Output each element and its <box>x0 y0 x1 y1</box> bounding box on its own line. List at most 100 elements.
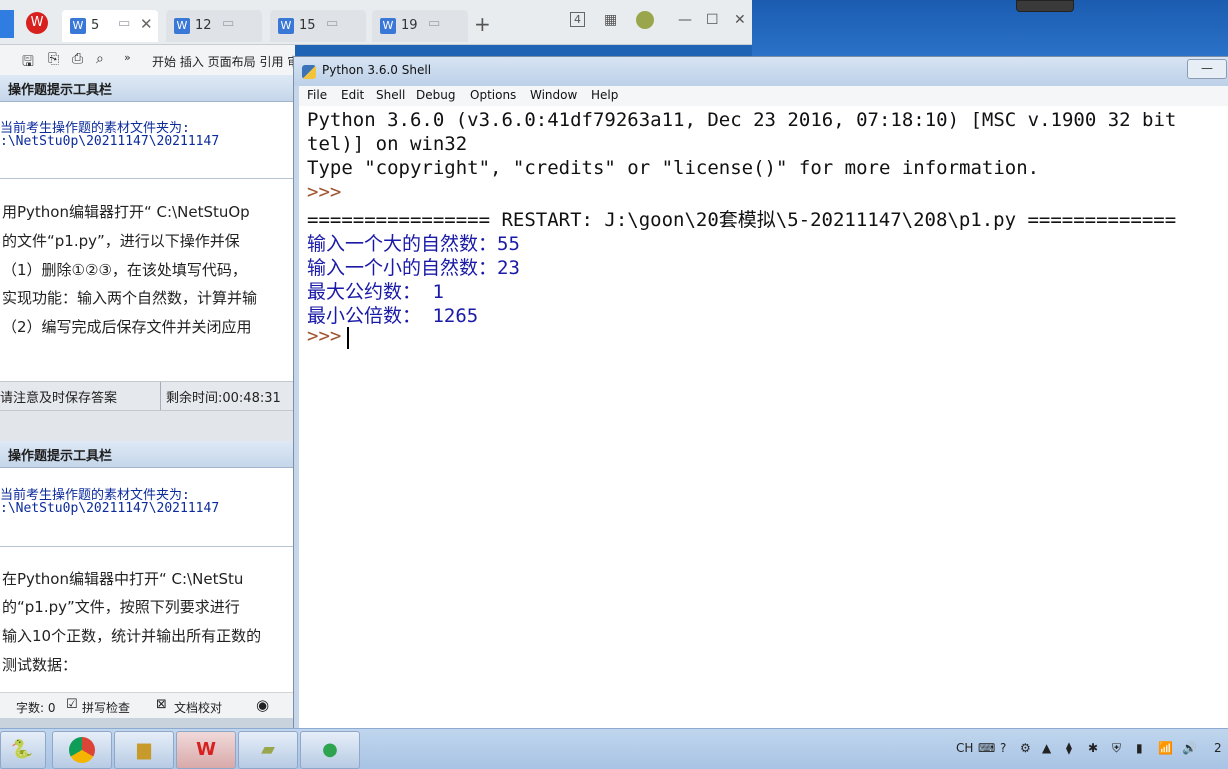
close-tab-icon[interactable]: ✕ <box>140 15 153 33</box>
window-count-badge[interactable]: 4 <box>570 12 585 27</box>
doc-check-icon[interactable]: ⊠ <box>156 697 167 712</box>
menu-options[interactable]: Options <box>470 88 516 102</box>
python-icon <box>302 65 316 79</box>
taskbar-wps[interactable]: W <box>176 731 236 769</box>
minimize-icon[interactable]: — <box>678 12 692 28</box>
menu-window[interactable]: Window <box>530 88 577 102</box>
volume-icon[interactable]: 🔊 <box>1182 741 1197 755</box>
taskbar-chrome[interactable] <box>52 731 112 769</box>
panel-title: 操作题提示工具栏 <box>8 449 113 464</box>
taskbar-wechat[interactable]: ● <box>300 731 360 769</box>
wps-status-bar: 字数: 0 ☑ 拼写检查 ⊠ 文档校对 ◉ <box>0 692 295 719</box>
exam-toolbar-header: 操作题提示工具栏 <box>0 75 295 102</box>
ribbon-menu[interactable]: 开始 插入 页面布局 引用 审 <box>152 53 299 70</box>
taskbar: 🐍 ▆ W ▰ ● CH ⌨ ? ⚙ ▲ ⧫ ✱ ⛨ ▮ 📶 🔊 2 <box>0 728 1228 769</box>
settings-icon[interactable]: ⚙ <box>1020 741 1031 755</box>
print-preview-icon[interactable]: ⌕ <box>96 51 104 67</box>
shell-line: Type "copyright", "credits" or "license(… <box>307 157 1040 179</box>
checkbox-icon[interactable]: ☑ <box>66 697 78 712</box>
clock[interactable]: 2 <box>1214 741 1222 755</box>
help-icon[interactable]: ? <box>1000 741 1006 755</box>
wechat-icon: ● <box>322 739 338 760</box>
menu-file[interactable]: File <box>307 88 327 102</box>
show-hidden-icon[interactable]: ▲ <box>1042 741 1051 755</box>
save-icon[interactable]: 🖫 <box>22 51 34 75</box>
monitor-icon: ▭ <box>428 16 441 31</box>
wps-icon: W <box>196 739 216 760</box>
python-shell-window: Python 3.6.0 Shell — File Edit Shell Deb… <box>293 56 1228 730</box>
output-line: 输入一个大的自然数：55 <box>307 233 520 255</box>
shield-icon[interactable]: ⛨ <box>1112 741 1121 756</box>
chrome-icon <box>69 737 95 763</box>
window-title: Python 3.6.0 Shell <box>322 63 432 77</box>
network-icon[interactable]: 📶 <box>1158 741 1173 755</box>
desktop-background <box>752 0 1228 56</box>
divider <box>0 546 295 547</box>
language-indicator[interactable]: CH <box>956 741 973 755</box>
exam-panel: 当前考生操作题的素材文件夹为: :\NetStu0p\20211147\2021… <box>0 468 295 692</box>
bluetooth-icon[interactable]: ⧫ <box>1066 741 1072 755</box>
title-bar[interactable]: Python 3.6.0 Shell — <box>294 57 1228 86</box>
folder-path[interactable]: :\NetStu0p\20211147\20211147 <box>0 501 219 516</box>
tab-label: 19 <box>401 18 418 33</box>
new-tab-button[interactable]: + <box>474 12 491 36</box>
more-icon[interactable]: » <box>124 51 131 64</box>
output-line: 最大公约数： 1 <box>307 281 444 303</box>
output-line: 最小公倍数： 1265 <box>307 305 479 327</box>
shell-line: Python 3.6.0 (v3.6.0:41df79263a11, Dec 2… <box>307 109 1177 131</box>
maximize-icon[interactable]: ☐ <box>706 12 719 28</box>
text-cursor <box>347 327 349 349</box>
tab-label: 12 <box>195 18 212 33</box>
wps-doc-tab[interactable]: W 19 ▭ <box>372 10 468 42</box>
wps-doc-tab[interactable]: W 5 ▭ ✕ <box>62 10 158 42</box>
menu-edit[interactable]: Edit <box>341 88 364 102</box>
eye-icon[interactable]: ◉ <box>256 696 269 714</box>
keyboard-icon[interactable]: ⌨ <box>978 741 995 755</box>
tab-label: 15 <box>299 18 316 33</box>
menu-shell[interactable]: Shell <box>376 88 405 102</box>
wps-logo-icon[interactable]: W <box>26 12 48 34</box>
word-doc-icon: W <box>174 18 190 34</box>
word-doc-icon: W <box>70 18 86 34</box>
taskbar-explorer[interactable]: ▆ <box>114 731 174 769</box>
security-icon[interactable]: ✱ <box>1088 741 1098 755</box>
divider <box>0 178 295 179</box>
tab-label: 5 <box>91 18 100 33</box>
desktop-widget <box>1016 0 1074 12</box>
doc-check-button[interactable]: 文档校对 <box>174 699 222 716</box>
monitor-icon: ▭ <box>326 16 339 31</box>
word-doc-icon: W <box>278 18 294 34</box>
question-line: 用Python编辑器打开“ C:\NetStuOp <box>2 203 250 221</box>
divider <box>160 382 161 410</box>
wps-home-button[interactable] <box>0 10 14 38</box>
monitor-icon: ▭ <box>222 16 235 31</box>
taskbar-notes[interactable]: ▰ <box>238 731 298 769</box>
monitor-icon: ▭ <box>118 16 131 31</box>
avatar[interactable] <box>636 11 654 29</box>
exam-status-bar: 请注意及时保存答案 剩余时间:00:48:31 <box>0 381 295 411</box>
print-icon[interactable]: ⎙ <box>72 51 83 67</box>
question-line: （2）编写完成后保存文件并关闭应用 <box>2 318 252 336</box>
shell-prompt: >>> <box>307 181 353 203</box>
output-line: 输入一个小的自然数：23 <box>307 257 520 279</box>
taskbar-python[interactable]: 🐍 <box>0 731 46 769</box>
shell-prompt: >>> <box>307 325 353 347</box>
folder-path[interactable]: :\NetStu0p\20211147\20211147 <box>0 134 219 149</box>
word-count[interactable]: 字数: 0 <box>16 699 56 716</box>
export-pdf-icon[interactable]: ⎘ <box>48 51 59 67</box>
wps-doc-tab[interactable]: W 15 ▭ <box>270 10 366 42</box>
menu-help[interactable]: Help <box>591 88 618 102</box>
question-line: 实现功能：输入两个自然数，计算并输 <box>2 289 258 307</box>
save-reminder: 请注意及时保存答案 <box>0 391 118 406</box>
minimize-button[interactable]: — <box>1187 59 1227 79</box>
time-remaining: 剩余时间:00:48:31 <box>166 391 281 406</box>
spell-check-toggle[interactable]: 拼写检查 <box>82 699 130 716</box>
question-line: （1）删除①②③，在该处填写代码， <box>2 261 247 279</box>
battery-icon[interactable]: ▮ <box>1136 741 1143 755</box>
close-icon[interactable]: ✕ <box>734 12 746 28</box>
panel-gap <box>0 411 295 441</box>
menu-debug[interactable]: Debug <box>416 88 455 102</box>
shell-output-area[interactable]: Python 3.6.0 (v3.6.0:41df79263a11, Dec 2… <box>299 106 1228 729</box>
wps-doc-tab[interactable]: W 12 ▭ <box>166 10 262 42</box>
grid-view-icon[interactable]: ▦ <box>604 12 617 28</box>
